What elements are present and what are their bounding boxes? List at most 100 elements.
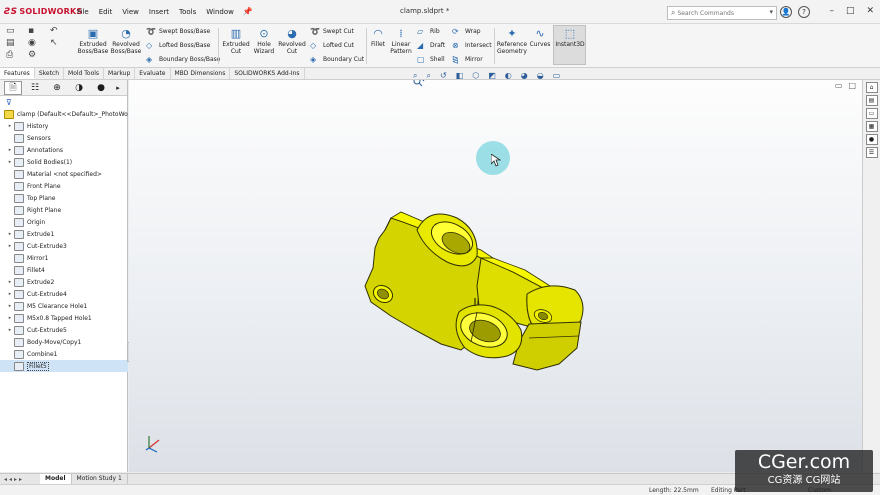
appearance-tab-icon[interactable]: ● <box>92 81 110 95</box>
draft-button[interactable]: ◢ Draft <box>417 41 445 50</box>
file-explorer-icon[interactable]: ▭ <box>865 108 878 119</box>
tree-item[interactable]: ▸ Extrude1 <box>0 228 128 240</box>
minimize-icon[interactable]: – <box>829 6 834 16</box>
view-orientation-icon[interactable]: ⬡ <box>472 71 479 81</box>
tree-item[interactable]: Top Plane <box>0 192 128 204</box>
extruded-boss-button[interactable]: ▣ Extruded Boss/Base <box>78 26 109 56</box>
search-input[interactable] <box>677 9 748 17</box>
filter-icon[interactable]: ⊽ <box>0 96 127 108</box>
expand-arrow-icon[interactable]: ▸ <box>6 159 14 165</box>
previous-view-icon[interactable]: ↺ <box>440 71 447 81</box>
expand-arrow-icon[interactable]: ▸ <box>6 303 14 309</box>
tree-item[interactable]: Combine1 <box>0 348 128 360</box>
menu-tools[interactable]: Tools <box>174 8 201 16</box>
shell-button[interactable]: ▢ Shell <box>417 55 445 64</box>
zoom-to-area-icon[interactable]: ⌕ <box>426 71 430 81</box>
tree-root[interactable]: clamp (Default<<Default>_PhotoWo <box>0 108 128 120</box>
tree-item[interactable]: Fillet5 <box>0 360 128 372</box>
design-library-icon[interactable]: ▤ <box>865 95 878 106</box>
extruded-cut-button[interactable]: ▥ Extruded Cut <box>222 26 250 56</box>
search-commands-box[interactable]: ⌕ ▾ <box>667 6 777 20</box>
curves-button[interactable]: ∿ Curves <box>529 26 551 49</box>
fillet-button[interactable]: ◠ Fillet <box>369 26 387 49</box>
wrap-button[interactable]: ⟳ Wrap <box>452 27 481 36</box>
hole-wizard-button[interactable]: ⊙ Hole Wizard <box>252 26 276 56</box>
custom-properties-icon[interactable]: ☰ <box>865 147 878 158</box>
tab-features[interactable]: Features <box>0 68 35 79</box>
intersect-button[interactable]: ⊗ Intersect <box>452 41 492 50</box>
expand-arrow-icon[interactable]: ▸ <box>6 291 14 297</box>
tab-model[interactable]: Model <box>40 474 72 484</box>
expand-arrow-icon[interactable]: ▸ <box>6 243 14 249</box>
menu-window[interactable]: Window <box>201 8 239 16</box>
boundary-boss-button[interactable]: ◈ Boundary Boss/Base <box>146 55 220 64</box>
clamp-model[interactable] <box>364 211 584 371</box>
tree-item[interactable]: ▸ Extrude2 <box>0 276 128 288</box>
feature-manager-tab-icon[interactable]: 🗎 <box>4 80 22 95</box>
help-icon[interactable]: ? <box>798 6 810 18</box>
account-icon[interactable]: 👤 <box>780 6 792 18</box>
menu-file[interactable]: File <box>72 8 94 16</box>
property-manager-tab-icon[interactable]: ☷ <box>26 81 44 95</box>
open-icon[interactable]: ▤ <box>6 38 28 48</box>
tree-item[interactable]: Body-Move/Copy1 <box>0 336 128 348</box>
tree-item[interactable]: Fillet4 <box>0 264 128 276</box>
swept-cut-button[interactable]: ➰ Swept Cut <box>310 27 354 36</box>
tab-markup[interactable]: Markup <box>104 68 136 79</box>
lofted-boss-button[interactable]: ◇ Lofted Boss/Base <box>146 41 210 50</box>
tree-item[interactable]: Mirror1 <box>0 252 128 264</box>
tab-evaluate[interactable]: Evaluate <box>135 68 171 79</box>
undo-icon[interactable]: ↶ <box>50 26 72 36</box>
swept-boss-button[interactable]: ➰ Swept Boss/Base <box>146 27 210 36</box>
lofted-cut-button[interactable]: ◇ Lofted Cut <box>310 41 354 50</box>
expand-arrow-icon[interactable]: ▸ <box>6 123 14 129</box>
view-settings-icon[interactable]: ▭ <box>553 71 561 81</box>
hide-show-icon[interactable]: ◐ <box>505 71 512 81</box>
expand-arrow-icon[interactable]: ▸ <box>6 147 14 153</box>
more-tabs-icon[interactable]: ▸ <box>114 81 122 95</box>
options-icon[interactable]: ⚙ <box>28 50 50 60</box>
view-palette-icon[interactable]: ▦ <box>865 121 878 132</box>
tree-item[interactable]: ▸ Cut-Extrude3 <box>0 240 128 252</box>
tree-item[interactable]: ▸ Cut-Extrude5 <box>0 324 128 336</box>
maximize-icon[interactable]: □ <box>846 6 855 16</box>
tab-solidworks-addins[interactable]: SOLIDWORKS Add-Ins <box>230 68 305 79</box>
menu-insert[interactable]: Insert <box>144 8 174 16</box>
tree-item[interactable]: ▸ Cut-Extrude4 <box>0 288 128 300</box>
tab-scroll-arrows-icon[interactable]: ◂◂▸▸ <box>0 476 40 483</box>
rib-button[interactable]: ▱ Rib <box>417 27 440 36</box>
zoom-to-fit-icon[interactable]: ⌕ <box>413 71 417 81</box>
expand-arrow-icon[interactable]: ▸ <box>6 279 14 285</box>
save-icon[interactable]: ▪ <box>28 26 50 36</box>
tab-mold-tools[interactable]: Mold Tools <box>64 68 105 79</box>
tree-item[interactable]: Sensors <box>0 132 128 144</box>
tab-mbd-dimensions[interactable]: MBD Dimensions <box>171 68 231 79</box>
configuration-manager-tab-icon[interactable]: ⊕ <box>48 81 66 95</box>
apply-scene-icon[interactable]: ◒ <box>537 71 544 81</box>
expand-arrow-icon[interactable]: ▸ <box>6 231 14 237</box>
edit-appearance-icon[interactable]: ◕ <box>521 71 528 81</box>
rebuild-icon[interactable]: ◉ <box>28 38 50 48</box>
solidworks-logo[interactable]: ƧS SOLIDWORKS <box>0 7 82 17</box>
close-icon[interactable]: ✕ <box>866 6 874 16</box>
section-view-icon[interactable]: ◧ <box>456 71 464 81</box>
tree-item[interactable]: Material <not specified> <box>0 168 128 180</box>
resources-icon[interactable]: ⌂ <box>865 82 878 93</box>
boundary-cut-button[interactable]: ◈ Boundary Cut <box>310 55 364 64</box>
tree-item[interactable]: ▸ M5 Clearance Hole1 <box>0 300 128 312</box>
linear-pattern-button[interactable]: ⁞ Linear Pattern <box>388 26 414 56</box>
tree-item[interactable]: ▸ History <box>0 120 128 132</box>
mirror-button[interactable]: ⧎ Mirror <box>452 55 483 64</box>
select-icon[interactable]: ↖ <box>50 38 72 48</box>
tree-item[interactable]: ▸ M5x0.8 Tapped Hole1 <box>0 312 128 324</box>
menu-edit[interactable]: Edit <box>94 8 118 16</box>
revolved-boss-button[interactable]: ◔ Revolved Boss/Base <box>110 26 142 56</box>
tree-item[interactable]: ▸ Annotations <box>0 144 128 156</box>
tab-motion-study-1[interactable]: Motion Study 1 <box>72 474 128 484</box>
expand-arrow-icon[interactable]: ▸ <box>6 327 14 333</box>
expand-arrow-icon[interactable]: ▸ <box>6 315 14 321</box>
reference-geometry-button[interactable]: ✦ Reference Geometry <box>496 26 528 56</box>
new-icon[interactable]: ▭ <box>6 26 28 36</box>
tree-item[interactable]: Origin <box>0 216 128 228</box>
menu-view[interactable]: View <box>117 8 144 16</box>
